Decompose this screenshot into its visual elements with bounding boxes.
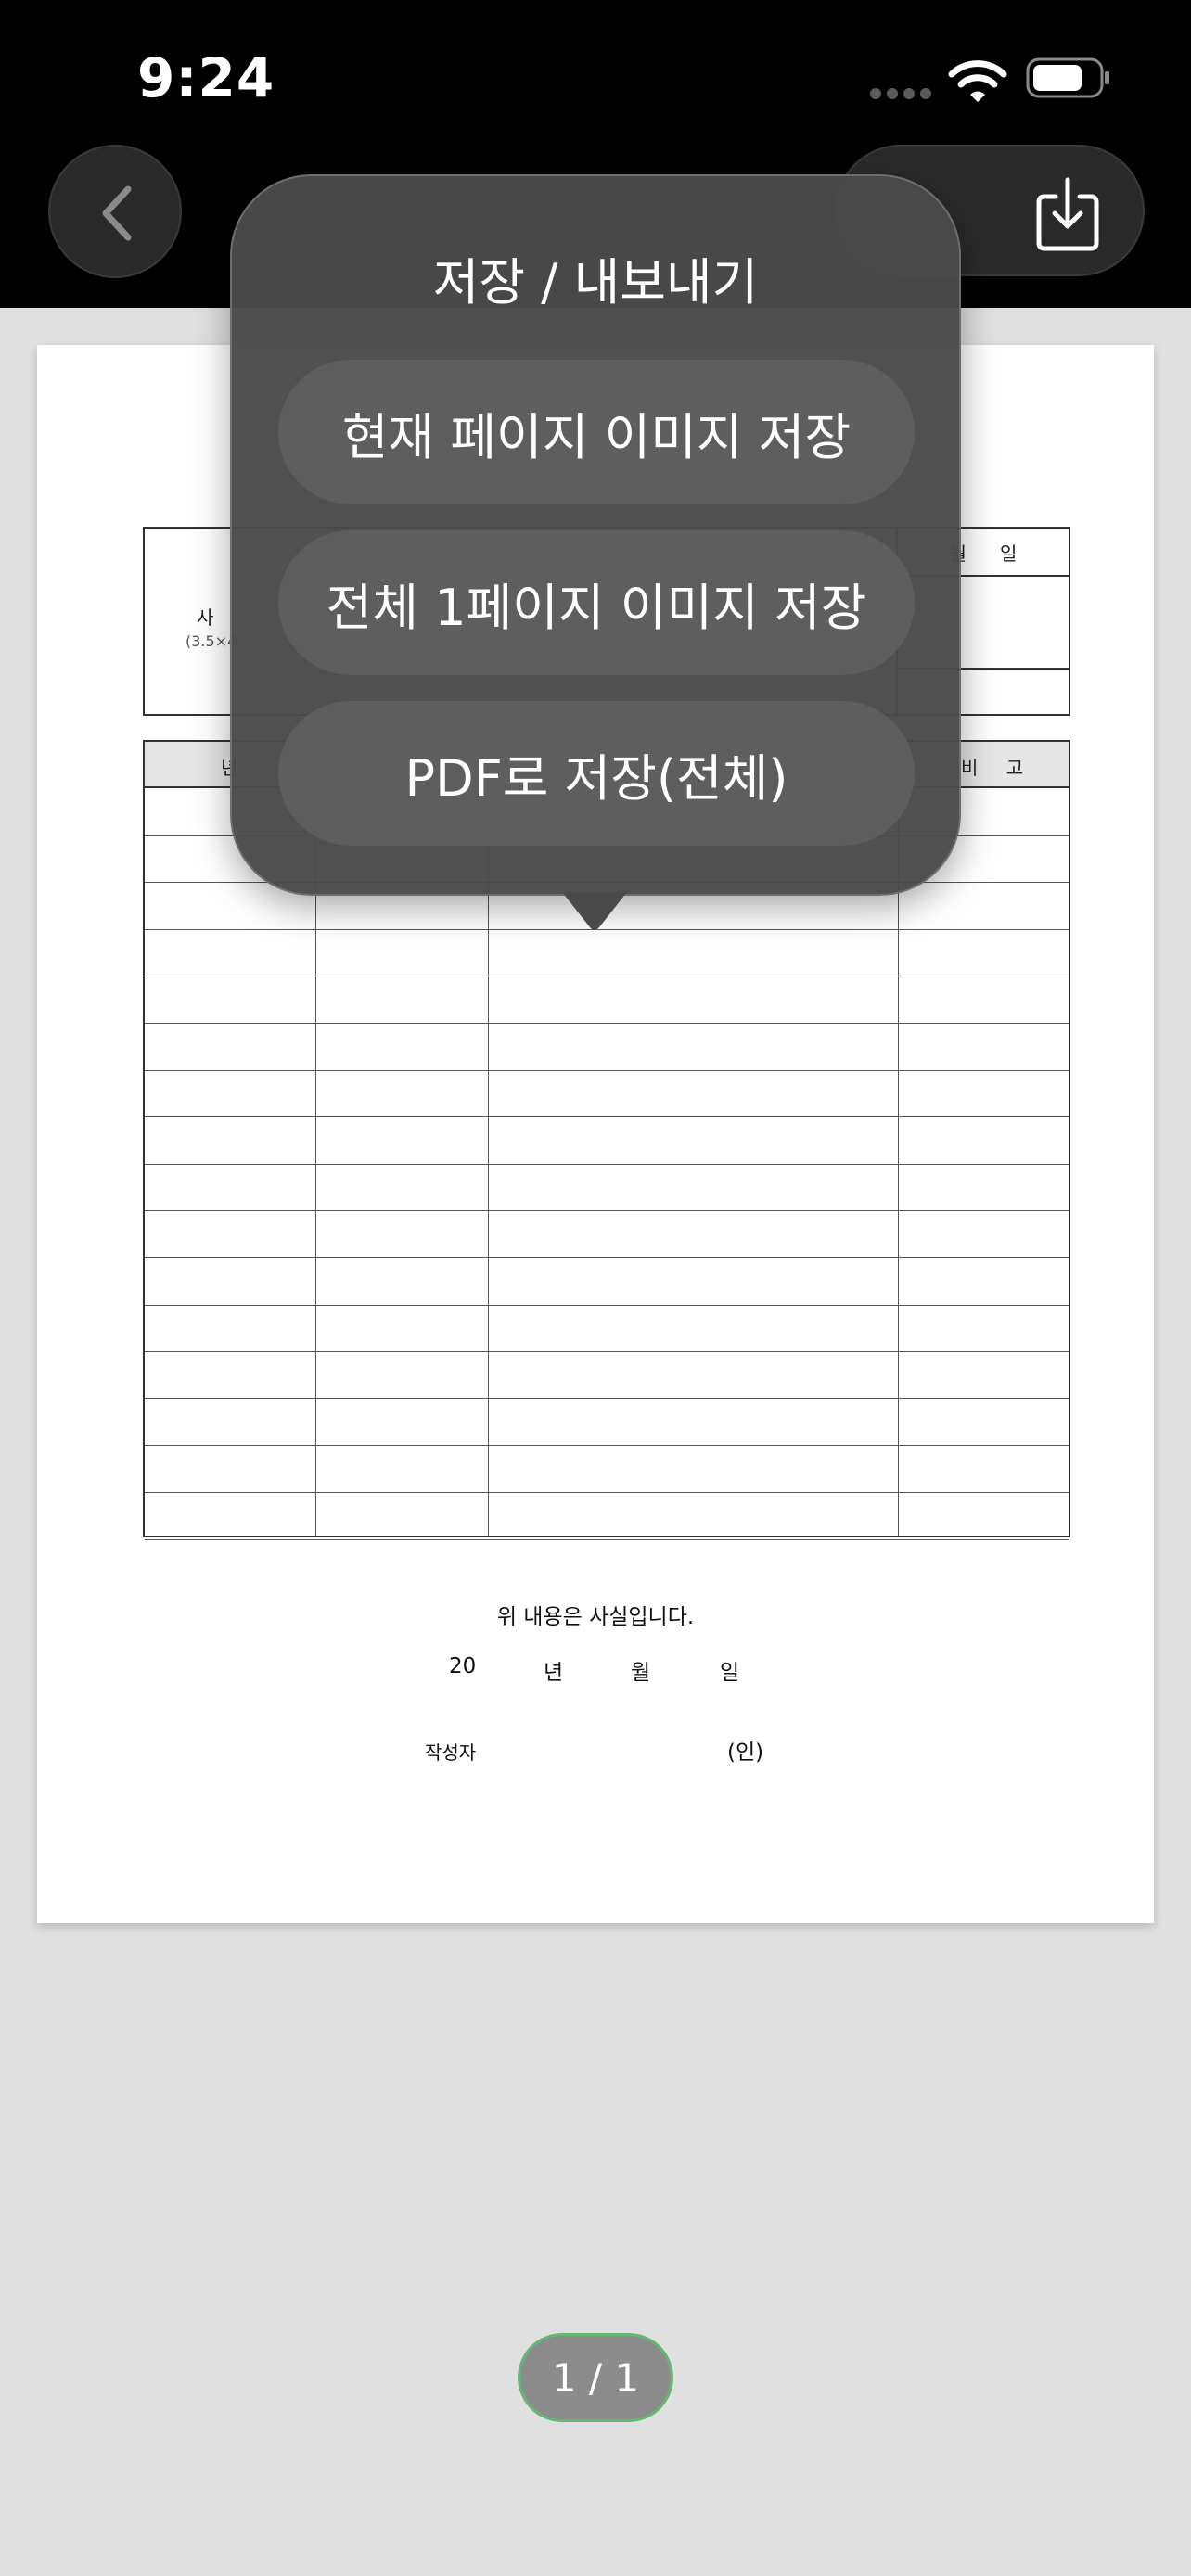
seal-label: (인) <box>727 1741 764 1765</box>
status-time: 9:24 <box>137 46 275 109</box>
table-row-divider <box>145 1445 1069 1447</box>
day-label: 일 <box>1000 542 1018 565</box>
save-current-page-image-button[interactable]: 현재 페이지 이미지 저장 <box>278 360 915 504</box>
battery-icon <box>1026 57 1109 98</box>
table-row-divider <box>145 1069 1069 1071</box>
date-year-prefix: 20 <box>449 1654 477 1678</box>
date-month-label: 월 <box>631 1661 651 1685</box>
chevron-left-icon <box>102 185 132 241</box>
page-indicator: 1 / 1 <box>518 2333 673 2422</box>
table-row-divider <box>145 1210 1069 1212</box>
table-row-divider <box>145 1257 1069 1258</box>
table-row-divider <box>145 1163 1069 1165</box>
save-pdf-button[interactable]: PDF로 저장(전체) <box>278 701 915 846</box>
table-row-divider <box>145 1492 1069 1493</box>
table-row-divider <box>145 1116 1069 1118</box>
save-export-popup: 저장 / 내보내기 현재 페이지 이미지 저장 전체 1페이지 이미지 저장 P… <box>230 174 961 896</box>
photo-label: 사 <box>197 606 214 629</box>
statement-text: 위 내용은 사실입니다. <box>496 1605 695 1629</box>
cellular-signal-icon <box>870 85 937 103</box>
table-row-divider <box>145 1304 1069 1306</box>
popup-title: 저장 / 내보내기 <box>432 253 759 312</box>
back-button[interactable] <box>48 145 182 278</box>
date-day-label: 일 <box>720 1661 740 1685</box>
download-icon[interactable] <box>1035 176 1100 252</box>
table-row-divider <box>145 1397 1069 1399</box>
author-label: 작성자 <box>425 1741 477 1764</box>
table-header-remarks: 비 고 <box>961 757 1035 779</box>
table-row-divider <box>145 1023 1069 1024</box>
table-row-divider <box>145 1538 1069 1540</box>
table-row-divider <box>145 1351 1069 1353</box>
photo-size-label: (3.5×4 <box>186 632 237 650</box>
wifi-icon <box>948 60 1007 102</box>
date-year-label: 년 <box>544 1661 564 1685</box>
popup-pointer <box>562 892 627 930</box>
save-all-pages-image-button[interactable]: 전체 1페이지 이미지 저장 <box>278 530 915 675</box>
